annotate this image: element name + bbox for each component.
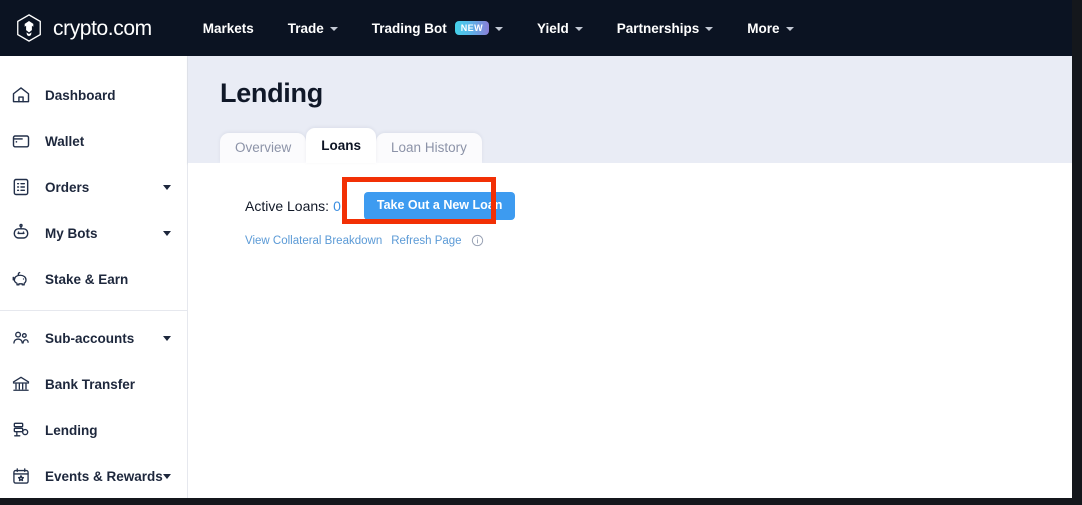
active-loans-count: 0 bbox=[333, 198, 341, 214]
brand-name: crypto.com bbox=[53, 16, 152, 40]
tab-label: Loan History bbox=[391, 140, 467, 155]
sidebar-item-bank-transfer[interactable]: Bank Transfer bbox=[0, 361, 187, 407]
page-title: Lending bbox=[220, 78, 323, 108]
active-loans-label: Active Loans: bbox=[245, 198, 330, 214]
sidebar-item-dashboard[interactable]: Dashboard bbox=[0, 72, 187, 118]
nav-item-label: Trade bbox=[287, 20, 324, 36]
top-nav-items: Markets Trade Trading Bot NEW Yield Part… bbox=[186, 0, 811, 56]
sidebar-item-my-bots[interactable]: My Bots bbox=[0, 210, 187, 256]
sidebar-item-label: Dashboard bbox=[45, 87, 116, 103]
nav-item-markets[interactable]: Markets bbox=[186, 0, 271, 56]
sidebar-divider bbox=[0, 310, 187, 311]
sidebar-item-label: Stake & Earn bbox=[45, 271, 129, 287]
chevron-down-icon bbox=[705, 27, 714, 31]
refresh-page-link[interactable]: Refresh Page bbox=[391, 235, 461, 247]
nav-item-yield[interactable]: Yield bbox=[520, 0, 600, 56]
tab-label: Overview bbox=[235, 140, 292, 155]
users-icon bbox=[10, 327, 32, 349]
tab-bar: Overview Loans Loan History bbox=[220, 128, 482, 163]
tab-loan-history[interactable]: Loan History bbox=[376, 133, 482, 163]
tab-overview[interactable]: Overview bbox=[220, 133, 307, 163]
nav-item-partnerships[interactable]: Partnerships bbox=[600, 0, 731, 56]
nav-item-more[interactable]: More bbox=[730, 0, 810, 56]
crypto-com-logo-icon bbox=[14, 13, 44, 43]
sidebar: Dashboard Wallet Orders My Bots Stake & … bbox=[0, 56, 188, 498]
horizontal-scrollbar[interactable] bbox=[0, 498, 1072, 505]
sidebar-item-wallet[interactable]: Wallet bbox=[0, 118, 187, 164]
chevron-down-icon bbox=[785, 27, 794, 31]
lending-icon bbox=[10, 419, 32, 441]
sidebar-item-orders[interactable]: Orders bbox=[0, 164, 187, 210]
sidebar-item-label: Orders bbox=[45, 179, 90, 195]
nav-item-label: Markets bbox=[202, 20, 254, 36]
new-badge: NEW bbox=[454, 20, 489, 36]
top-navigation-bar: crypto.com Markets Trade Trading Bot NEW… bbox=[0, 0, 1072, 56]
loans-panel: Active Loans: 0 Take Out a New Loan View… bbox=[188, 163, 1072, 247]
orders-list-icon bbox=[10, 176, 32, 198]
chevron-down-icon bbox=[494, 27, 503, 31]
sidebar-item-label: Bank Transfer bbox=[45, 376, 136, 392]
robot-icon bbox=[10, 222, 32, 244]
sidebar-item-label: Wallet bbox=[45, 133, 85, 149]
sidebar-item-stake-earn[interactable]: Stake & Earn bbox=[0, 256, 187, 302]
page-header: Lending Overview Loans Loan History bbox=[188, 56, 1072, 163]
sidebar-item-sub-accounts[interactable]: Sub-accounts bbox=[0, 315, 187, 361]
sidebar-item-label: Events & Rewards bbox=[45, 468, 163, 484]
app-root: crypto.com Markets Trade Trading Bot NEW… bbox=[0, 0, 1082, 505]
nav-item-trade[interactable]: Trade bbox=[271, 0, 355, 56]
wallet-icon bbox=[10, 130, 32, 152]
chevron-down-icon[interactable] bbox=[163, 473, 171, 479]
take-out-new-loan-button[interactable]: Take Out a New Loan bbox=[363, 192, 516, 220]
brand-logo[interactable]: crypto.com bbox=[14, 13, 152, 43]
tab-label: Loans bbox=[321, 138, 362, 153]
calendar-star-icon bbox=[10, 465, 32, 487]
piggy-bank-icon bbox=[10, 268, 32, 290]
panel-links-row: View Collateral Breakdown Refresh Page bbox=[245, 234, 1072, 247]
vertical-scrollbar[interactable] bbox=[1072, 0, 1082, 505]
chevron-down-icon[interactable] bbox=[163, 184, 171, 190]
chevron-down-icon bbox=[329, 27, 338, 31]
info-circle-icon[interactable] bbox=[471, 234, 484, 247]
bank-icon bbox=[10, 373, 32, 395]
nav-item-label: Yield bbox=[536, 20, 569, 36]
chevron-down-icon bbox=[574, 27, 583, 31]
sidebar-item-label: Sub-accounts bbox=[45, 330, 135, 346]
nav-item-label: Partnerships bbox=[616, 20, 700, 36]
view-collateral-breakdown-link[interactable]: View Collateral Breakdown bbox=[245, 235, 382, 247]
sidebar-item-label: Lending bbox=[45, 422, 98, 438]
active-loans-row: Active Loans: 0 Take Out a New Loan bbox=[245, 192, 1072, 220]
home-icon bbox=[10, 84, 32, 106]
chevron-down-icon[interactable] bbox=[163, 230, 171, 236]
nav-item-label: More bbox=[747, 20, 780, 36]
nav-item-trading-bot[interactable]: Trading Bot NEW bbox=[355, 0, 520, 56]
tab-loans[interactable]: Loans bbox=[306, 128, 377, 163]
sidebar-item-lending[interactable]: Lending bbox=[0, 407, 187, 453]
nav-item-label: Trading Bot bbox=[371, 20, 447, 36]
sidebar-item-label: My Bots bbox=[45, 225, 98, 241]
chevron-down-icon[interactable] bbox=[163, 335, 171, 341]
main-content: Lending Overview Loans Loan History Acti… bbox=[188, 56, 1072, 498]
sidebar-item-events-rewards[interactable]: Events & Rewards bbox=[0, 453, 187, 499]
